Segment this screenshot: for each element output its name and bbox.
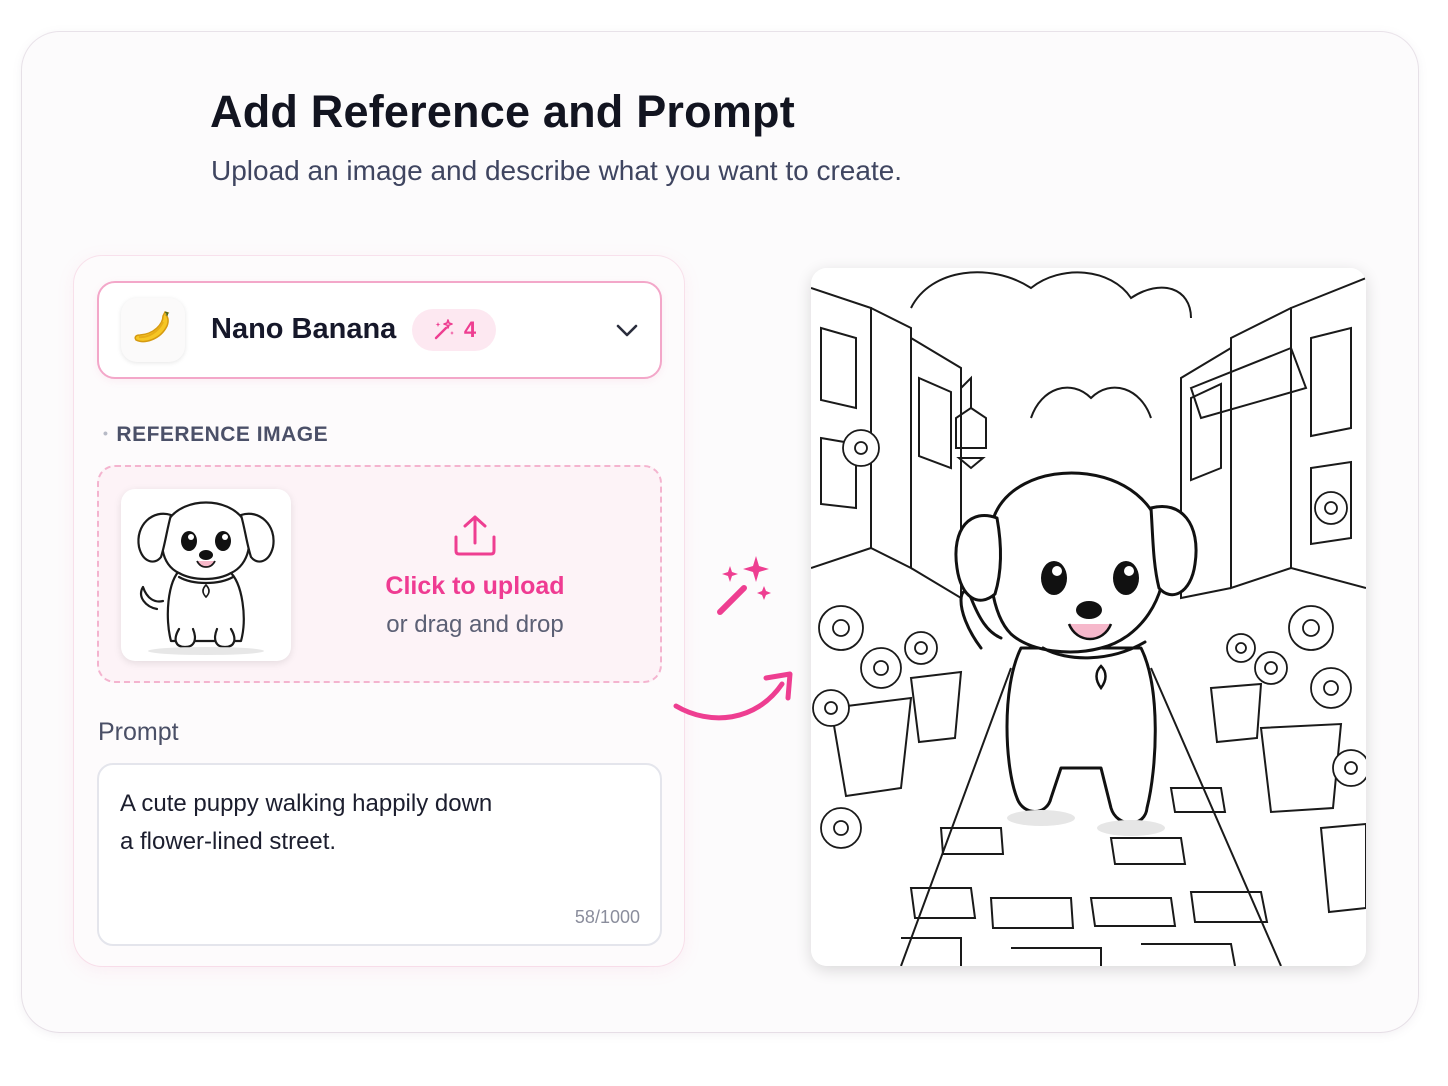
- model-selector[interactable]: Nano Banana 4: [97, 281, 662, 379]
- chevron-down-icon[interactable]: [614, 319, 640, 341]
- result-image: [811, 268, 1366, 966]
- prompt-textarea[interactable]: A cute puppy walking happily down a flow…: [97, 763, 662, 946]
- prompt-label: Prompt: [98, 718, 179, 746]
- upload-dropzone[interactable]: Click to upload or drag and drop: [97, 465, 662, 683]
- upload-title[interactable]: Click to upload: [329, 572, 621, 601]
- page-title: Add Reference and Prompt: [210, 86, 795, 137]
- credit-count: 4: [463, 317, 477, 342]
- banana-icon: [121, 298, 185, 362]
- prompt-text[interactable]: A cute puppy walking happily down a flow…: [120, 785, 540, 861]
- curved-arrow-icon: [673, 671, 793, 721]
- upload-subtitle: or drag and drop: [386, 611, 564, 638]
- generate-connector: [673, 556, 793, 721]
- char-count: 58/1000: [574, 907, 640, 927]
- reference-thumbnail: [121, 489, 291, 661]
- magic-wand-icon: [434, 319, 454, 340]
- puppy-flower-street-image: [811, 268, 1366, 966]
- puppy-sketch-image: [137, 501, 275, 655]
- upload-icon: [454, 515, 496, 556]
- credit-badge: 4: [412, 309, 496, 351]
- model-name: Nano Banana: [211, 313, 397, 345]
- reference-image-label: • REFERENCE IMAGE: [103, 423, 329, 446]
- magic-wand-icon: [717, 556, 771, 615]
- page-subtitle: Upload an image and describe what you wa…: [211, 155, 903, 186]
